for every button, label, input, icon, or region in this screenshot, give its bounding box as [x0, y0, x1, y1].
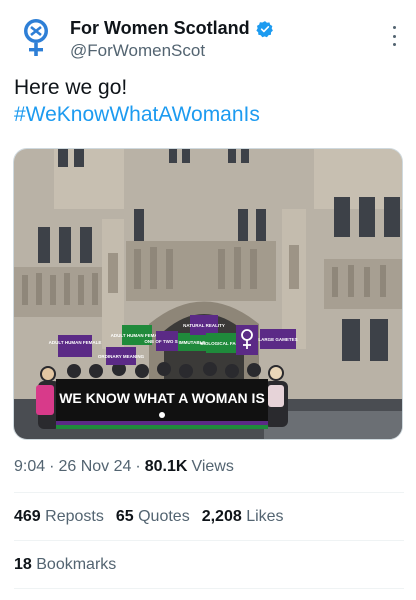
- quotes-stat[interactable]: 65 Quotes: [116, 508, 190, 526]
- likes-count: 2,208: [201, 508, 242, 525]
- quotes-label: Quotes: [138, 508, 190, 525]
- quotes-count: 65: [115, 508, 134, 525]
- tweet-meta: 9:04 · 26 Nov 24 · 80.1K Views: [14, 458, 234, 476]
- placard-text: BIOLOGICAL FACT: [200, 341, 241, 346]
- divider: [14, 540, 404, 541]
- placard-text: ADULT HUMAN FEMALE: [111, 333, 164, 338]
- reposts-label: Reposts: [45, 508, 104, 525]
- reposts-stat[interactable]: 469 Reposts: [14, 508, 104, 526]
- tweet-photo[interactable]: ADULT HUMAN FEMALE ADULT HUMAN FEMALE ON…: [13, 148, 403, 440]
- verified-badge-icon: [256, 20, 273, 37]
- divider: [14, 588, 404, 589]
- engagement-stats: 469 Reposts 65 Quotes 2,208 Likes: [14, 508, 284, 526]
- views-label: Views: [191, 458, 234, 475]
- protest-photo-illustration: ADULT HUMAN FEMALE ADULT HUMAN FEMALE ON…: [14, 149, 402, 439]
- banner-text: WE KNOW WHAT A WOMAN IS: [59, 390, 265, 406]
- tweet-date[interactable]: 26 Nov 24: [58, 458, 131, 476]
- avatar[interactable]: [14, 14, 58, 58]
- placard-text: ADULT HUMAN FEMALE: [49, 340, 102, 345]
- bookmarks-count: 18: [14, 556, 32, 573]
- display-name[interactable]: For Women Scotland: [70, 18, 250, 39]
- hashtag-link[interactable]: #WeKnowWhatAWomanIs: [14, 101, 404, 128]
- tweet-text-line: Here we go!: [14, 76, 128, 99]
- placard-text: NATURAL REALITY: [183, 323, 225, 328]
- placard-text: ORDINARY MEANING: [98, 354, 145, 359]
- reposts-count: 469: [14, 508, 41, 525]
- tweet-time[interactable]: 9:04: [14, 458, 45, 476]
- display-name-row: For Women Scotland: [70, 18, 274, 39]
- more-options-icon[interactable]: [386, 26, 402, 46]
- likes-label: Likes: [246, 508, 284, 525]
- meta-separator: ·: [49, 458, 55, 475]
- bookmarks-label: Bookmarks: [36, 556, 117, 573]
- tweet-text: Here we go! #WeKnowWhatAWomanIs: [14, 74, 404, 128]
- placard-text: LARGE GAMETES: [258, 337, 297, 342]
- tweet-header: For Women Scotland @ForWomenScot: [0, 0, 416, 76]
- meta-separator: ·: [135, 458, 141, 475]
- views-count: 80.1K: [144, 458, 188, 475]
- venus-symbol-icon: [24, 19, 48, 56]
- handle[interactable]: @ForWomenScot: [70, 41, 205, 61]
- likes-stat[interactable]: 2,208 Likes: [202, 508, 284, 526]
- bookmarks-stat[interactable]: 18 Bookmarks: [14, 556, 116, 574]
- divider: [14, 492, 404, 493]
